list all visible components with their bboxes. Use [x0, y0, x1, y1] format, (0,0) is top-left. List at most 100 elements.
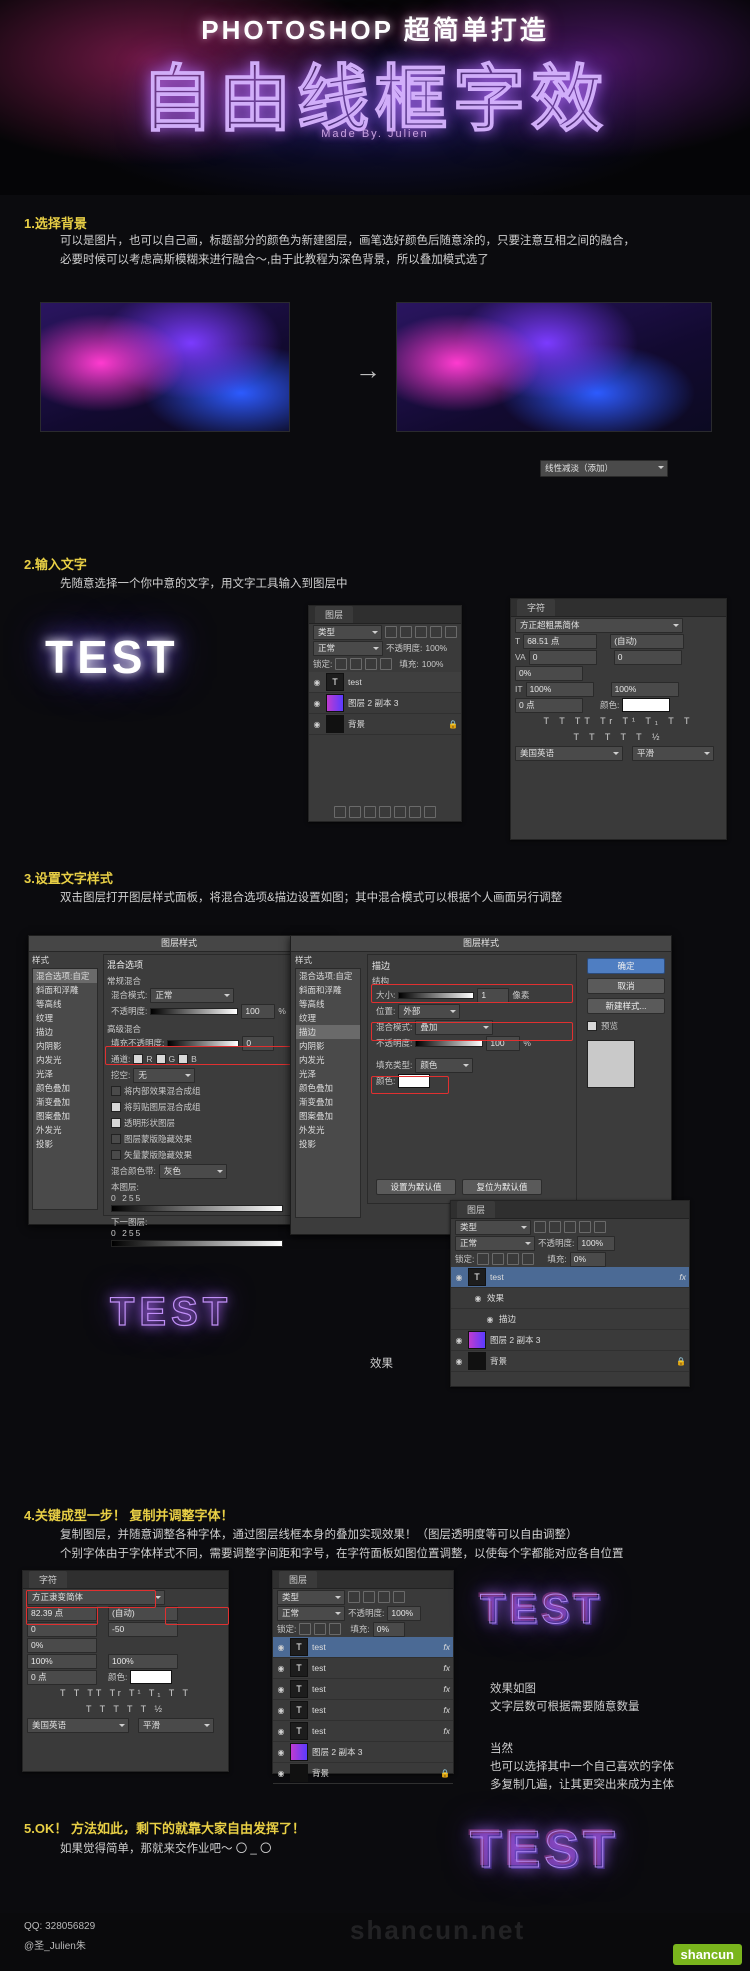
lock-position-icon[interactable]: [507, 1253, 520, 1265]
eye-icon[interactable]: ◉: [276, 1664, 286, 1673]
layer-name[interactable]: test: [312, 1726, 326, 1736]
fill-opacity-slider[interactable]: [167, 1039, 240, 1047]
tracking-input[interactable]: -50: [108, 1621, 178, 1637]
layer-name[interactable]: 背景: [348, 718, 365, 730]
baseline-row[interactable]: 0 点 颜色:: [511, 697, 726, 713]
layers-blend-row[interactable]: 正常 不透明度: 100%: [309, 640, 461, 656]
fill-opacity-row[interactable]: 填充不透明度: 0: [107, 1035, 321, 1051]
lock-position-icon[interactable]: [329, 1623, 342, 1635]
eye-icon[interactable]: ◉: [312, 699, 322, 708]
layers-panel-tab[interactable]: 图层: [451, 1201, 689, 1219]
add-style-icon[interactable]: [349, 806, 361, 818]
eye-icon[interactable]: ◉: [454, 1336, 464, 1345]
stroke-color-swatch[interactable]: [398, 1074, 431, 1088]
lock-all-icon[interactable]: [380, 658, 393, 670]
layers-lock-row[interactable]: 锁定: 填充: 0%: [451, 1251, 689, 1267]
tracking-input[interactable]: 0: [613, 649, 682, 665]
style-item[interactable]: 渐变叠加: [296, 1095, 360, 1109]
styles-list[interactable]: 混合选项:自定 斜面和浮雕 等高线 纹理 描边 内阴影 内发光 光泽 颜色叠加 …: [295, 968, 361, 1218]
style-item[interactable]: 斜面和浮雕: [33, 983, 97, 997]
fx-icon[interactable]: fx: [679, 1272, 686, 1282]
filter-adjust-icon[interactable]: [400, 626, 413, 638]
table-row[interactable]: ◉ 描边: [451, 1309, 689, 1330]
character-panel-step2[interactable]: 字符 方正超粗黑简体 T 68.51 点 (自动) VA 0 0 0% IT 1…: [510, 598, 727, 840]
horizontal-scale-input[interactable]: 100%: [108, 1653, 178, 1669]
opacity-input[interactable]: 100: [241, 1003, 276, 1019]
style-item[interactable]: 纹理: [296, 1011, 360, 1025]
filter-adjust-icon[interactable]: [363, 1591, 375, 1603]
eye-icon[interactable]: ◉: [276, 1643, 286, 1652]
filter-image-icon[interactable]: [534, 1221, 546, 1233]
check-row-3[interactable]: 透明形状图层: [107, 1115, 321, 1131]
table-row[interactable]: ◉ T test fx: [273, 1658, 453, 1679]
style-item[interactable]: 内阴影: [296, 1039, 360, 1053]
layers-filter-row[interactable]: 类型: [273, 1589, 453, 1605]
vertical-scale-input[interactable]: 100%: [525, 681, 594, 697]
layer-name[interactable]: 图层 2 副本 3: [490, 1334, 541, 1346]
preview-checkbox[interactable]: [587, 1021, 597, 1031]
filter-image-icon[interactable]: [385, 626, 398, 638]
font-size-row[interactable]: T 68.51 点 (自动): [511, 633, 726, 649]
blend-mode-row[interactable]: 混合模式: 正常: [107, 987, 321, 1003]
stroke-opacity-slider[interactable]: [415, 1039, 484, 1047]
font-size-input[interactable]: 68.51 点: [523, 633, 598, 649]
style-item[interactable]: 内发光: [296, 1053, 360, 1067]
style-item[interactable]: 斜面和浮雕: [296, 983, 360, 997]
filter-shape-icon[interactable]: [430, 626, 443, 638]
stroke-opacity-input[interactable]: 100: [486, 1035, 521, 1051]
layer-effects-label[interactable]: 效果: [487, 1292, 504, 1304]
eye-icon[interactable]: ◉: [276, 1769, 286, 1778]
table-row[interactable]: ◉ T test fx: [273, 1679, 453, 1700]
lock-transparent-icon[interactable]: [335, 658, 348, 670]
fill-value[interactable]: 0%: [569, 1251, 606, 1267]
table-row[interactable]: ◉ T test: [309, 672, 461, 693]
style-item[interactable]: 内发光: [33, 1053, 97, 1067]
style-item[interactable]: 纹理: [33, 1011, 97, 1025]
layer-name[interactable]: test: [312, 1684, 326, 1694]
eye-icon[interactable]: ◉: [454, 1273, 464, 1282]
type-style-row[interactable]: T T TT Tr T¹ T₁ T T: [23, 1685, 228, 1701]
add-mask-icon[interactable]: [364, 806, 376, 818]
horizontal-scale-input[interactable]: 100%: [610, 681, 679, 697]
layers-blend-row[interactable]: 正常 不透明度: 100%: [273, 1605, 453, 1621]
opacity-row[interactable]: 不透明度: 100 %: [107, 1003, 321, 1019]
channels-row[interactable]: 通道: R G B: [107, 1051, 321, 1067]
filter-shape-icon[interactable]: [393, 1591, 405, 1603]
layer-name[interactable]: 图层 2 副本 3: [348, 697, 399, 709]
style-item-stroke[interactable]: 描边: [296, 1025, 360, 1039]
opacity-value[interactable]: 100%: [425, 643, 447, 653]
percent-row[interactable]: 0%: [23, 1637, 228, 1653]
filter-type-icon[interactable]: [415, 626, 428, 638]
check-row-4[interactable]: 图层蒙版隐藏效果: [107, 1131, 321, 1147]
layer-name[interactable]: test: [490, 1272, 504, 1282]
stroke-blend-select[interactable]: 叠加: [415, 1019, 494, 1035]
percent-row[interactable]: 0%: [511, 665, 726, 681]
styles-list[interactable]: 混合选项:自定 斜面和浮雕 等高线 纹理 描边 内阴影 内发光 光泽 颜色叠加 …: [32, 968, 98, 1210]
restore-default-button[interactable]: 复位为默认值: [462, 1179, 542, 1195]
cancel-button[interactable]: 取消: [587, 978, 665, 994]
layer-name[interactable]: 图层 2 副本 3: [312, 1746, 363, 1758]
new-fill-icon[interactable]: [379, 806, 391, 818]
table-row[interactable]: ◉ 背景 🔒: [451, 1351, 689, 1372]
vector-mask-hides-checkbox[interactable]: [111, 1150, 121, 1160]
fx-icon[interactable]: fx: [443, 1726, 450, 1736]
stroke-opacity-row[interactable]: 不透明度: 100 %: [372, 1035, 572, 1051]
eye-icon[interactable]: ◉: [312, 720, 322, 729]
stroke-position-row[interactable]: 位置: 外部: [372, 1003, 572, 1019]
fill-value[interactable]: 0%: [372, 1621, 405, 1637]
layers-panel-tab[interactable]: 图层: [309, 606, 461, 624]
style-item[interactable]: 图案叠加: [33, 1109, 97, 1123]
blend-mode-select[interactable]: 正常: [150, 987, 235, 1003]
stroke-blend-row[interactable]: 混合模式: 叠加: [372, 1019, 572, 1035]
scale-row[interactable]: 100% 100%: [23, 1653, 228, 1669]
style-item[interactable]: 混合选项:自定: [296, 969, 360, 983]
font-row[interactable]: 方正超粗黑简体: [511, 617, 726, 633]
antialias-select[interactable]: 平滑: [138, 1717, 214, 1733]
layer-style-dialog-blending[interactable]: 图层样式 样式 混合选项:自定 斜面和浮雕 等高线 纹理 描边 内阴影 内发光 …: [28, 935, 330, 1247]
blend-if-select[interactable]: 灰色: [158, 1163, 227, 1179]
fx-icon[interactable]: fx: [443, 1705, 450, 1715]
stroke-size-slider[interactable]: [398, 991, 475, 999]
table-row[interactable]: ◉ T test fx: [451, 1267, 689, 1288]
check-row-2[interactable]: 将剪贴图层混合成组: [107, 1099, 321, 1115]
leading-input[interactable]: (自动): [610, 633, 685, 649]
